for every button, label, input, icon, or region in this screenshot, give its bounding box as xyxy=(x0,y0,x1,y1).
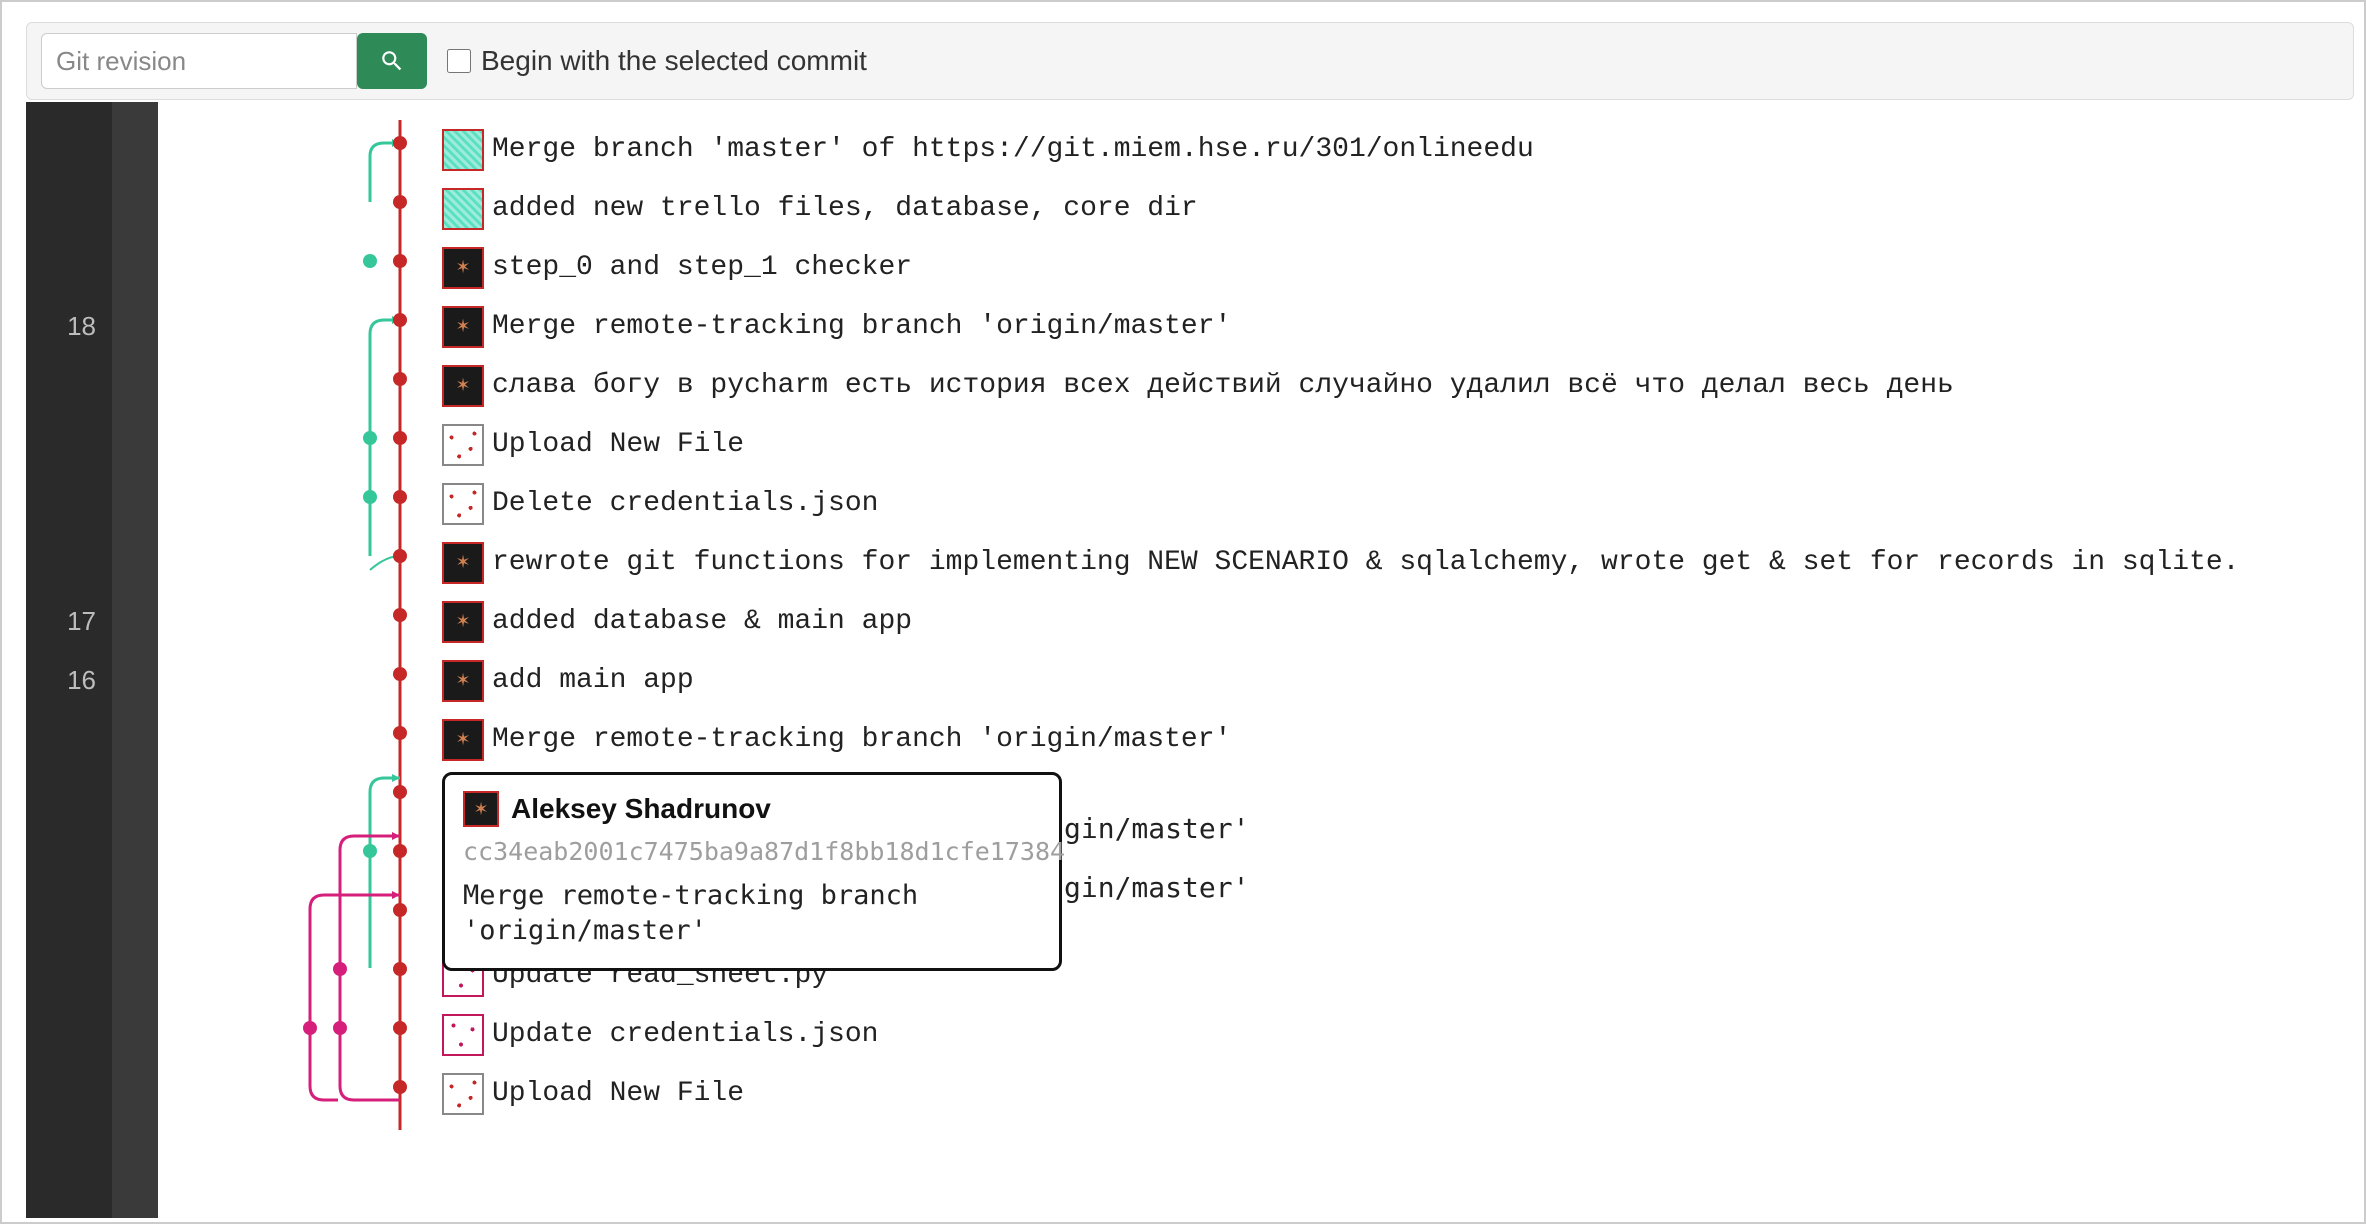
commit-row[interactable]: Upload New File xyxy=(442,1064,2354,1123)
commit-message: Delete credentials.json xyxy=(492,488,878,519)
commit-message-tail: gin/master' xyxy=(1064,871,1249,904)
avatar: ✶ xyxy=(442,660,484,702)
commit-row[interactable]: Upload New File xyxy=(442,415,2354,474)
begin-with-selected-label: Begin with the selected commit xyxy=(481,45,867,77)
avatar: ✶ xyxy=(442,601,484,643)
commit-message: Upload New File xyxy=(492,429,744,460)
secondary-gutter xyxy=(112,102,158,1218)
avatar: ✶ xyxy=(442,542,484,584)
tooltip-author: Aleksey Shadrunov xyxy=(511,793,771,825)
avatar: ✶ xyxy=(442,365,484,407)
commit-message: Merge remote-tracking branch 'origin/mas… xyxy=(492,724,1231,755)
avatar: ✶ xyxy=(463,791,499,827)
commit-row[interactable]: ✶ step_0 and step_1 checker xyxy=(442,238,2354,297)
git-revision-input[interactable] xyxy=(41,33,357,89)
commit-row[interactable]: ✶ Merge remote-tracking branch 'origin/ma… xyxy=(442,710,2354,769)
commit-message: added new trello files, database, core d… xyxy=(492,193,1198,224)
gutter-line-number: 16 xyxy=(26,665,112,696)
line-number-gutter xyxy=(26,102,112,1218)
commit-message: Merge branch 'master' of https://git.mie… xyxy=(492,134,1534,165)
commit-message: Upload New File xyxy=(492,1078,744,1109)
commit-row[interactable]: Update credentials.json xyxy=(442,1005,2354,1064)
avatar xyxy=(442,188,484,230)
commit-message-tail: gin/master' xyxy=(1064,812,1249,845)
avatar xyxy=(442,1014,484,1056)
gutter-line-number: 18 xyxy=(26,311,112,342)
commit-row[interactable]: Merge branch 'master' of https://git.mie… xyxy=(442,120,2354,179)
avatar xyxy=(442,129,484,171)
avatar: ✶ xyxy=(442,719,484,761)
commit-row[interactable]: ✶ Merge remote-tracking branch 'origin/ma… xyxy=(442,297,2354,356)
commit-row[interactable]: ✶ add main app xyxy=(442,651,2354,710)
commit-row[interactable]: Delete credentials.json xyxy=(442,474,2354,533)
commit-row[interactable]: ✶ rewrote git functions for implementing … xyxy=(442,533,2354,592)
commit-message: rewrote git functions for implementing N… xyxy=(492,547,2239,578)
commit-row[interactable]: ✶ слава богу в pycharm есть история всех … xyxy=(442,356,2354,415)
commit-row[interactable]: added new trello files, database, core d… xyxy=(442,179,2354,238)
commit-list: Merge branch 'master' of https://git.mie… xyxy=(442,120,2354,1123)
search-button[interactable] xyxy=(357,33,427,89)
search-icon xyxy=(379,48,405,74)
tooltip-sha: cc34eab2001c7475ba9a87d1f8bb18d1cfe17384 xyxy=(463,837,1041,866)
commit-message: Update credentials.json xyxy=(492,1019,878,1050)
avatar xyxy=(442,1073,484,1115)
commit-message: added database & main app xyxy=(492,606,912,637)
commit-message: step_0 and step_1 checker xyxy=(492,252,912,283)
begin-with-selected-checkbox[interactable] xyxy=(447,49,471,73)
gutter-line-number: 17 xyxy=(26,606,112,637)
avatar xyxy=(442,424,484,466)
commit-graph xyxy=(292,120,442,1200)
tooltip-message: Merge remote-tracking branch 'origin/mas… xyxy=(463,878,1041,948)
toolbar: Begin with the selected commit xyxy=(26,22,2354,100)
avatar xyxy=(442,483,484,525)
avatar: ✶ xyxy=(442,247,484,289)
commit-row[interactable]: ✶ added database & main app xyxy=(442,592,2354,651)
commit-message: add main app xyxy=(492,665,694,696)
commit-message: Merge remote-tracking branch 'origin/mas… xyxy=(492,311,1231,342)
commit-tooltip: ✶ Aleksey Shadrunov cc34eab2001c7475ba9a… xyxy=(442,772,1062,971)
avatar: ✶ xyxy=(442,306,484,348)
commit-message: слава богу в pycharm есть история всех д… xyxy=(492,370,1954,401)
